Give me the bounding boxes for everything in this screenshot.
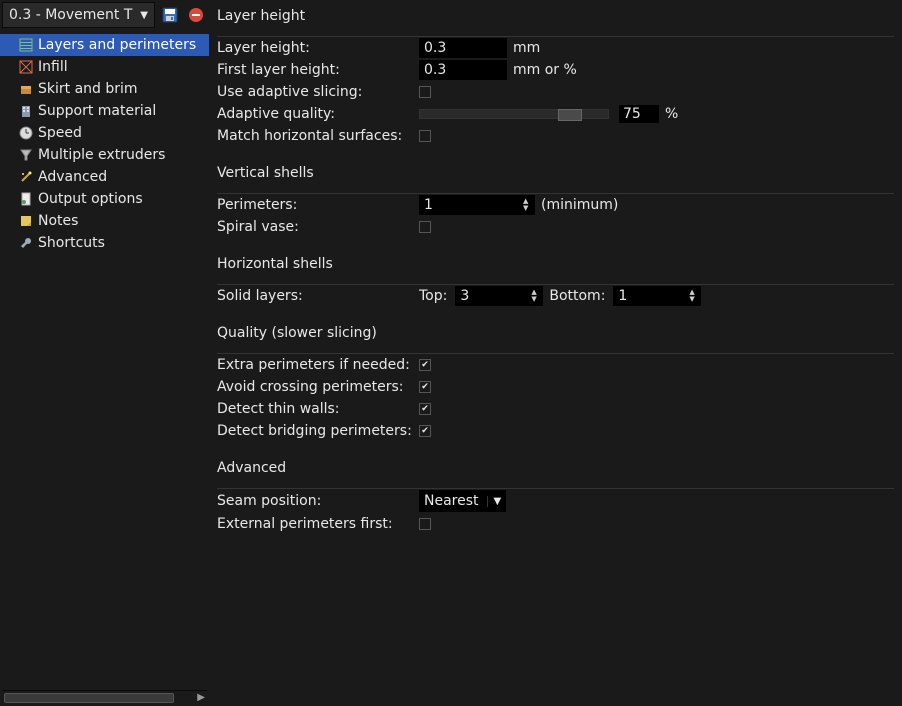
external-perimeters-label: External perimeters first: xyxy=(217,516,413,532)
group-quality: Extra perimeters if needed: Avoid crossi… xyxy=(217,353,894,442)
slider-thumb[interactable] xyxy=(558,109,582,121)
clock-icon xyxy=(18,125,34,141)
group-advanced: Seam position: Nearest ▼ External perime… xyxy=(217,488,894,535)
external-perimeters-checkbox[interactable] xyxy=(419,518,431,530)
sidebar-item-label: Advanced xyxy=(38,169,107,185)
chevron-right-icon: ▶ xyxy=(197,692,205,703)
group-title-quality: Quality (slower slicing) xyxy=(217,321,894,347)
page-icon xyxy=(18,191,34,207)
sidebar-item-label: Multiple extruders xyxy=(38,147,165,163)
group-horizontal-shells: Solid layers: Top: ▲▼ Bottom: ▲▼ xyxy=(217,284,894,307)
group-title-layer-height: Layer height xyxy=(217,4,894,30)
spiral-vase-label: Spiral vase: xyxy=(217,219,413,235)
chevron-down-icon: ▼ xyxy=(140,10,148,21)
building-icon xyxy=(18,103,34,119)
sidebar-item-shortcuts[interactable]: Shortcuts xyxy=(0,232,209,254)
wand-icon xyxy=(18,169,34,185)
unit-mm: mm xyxy=(513,40,540,56)
settings-panel: Layer height Layer height: mm First laye… xyxy=(209,0,902,706)
bridging-perimeters-checkbox[interactable] xyxy=(419,425,431,437)
sidebar-item-label: Skirt and brim xyxy=(38,81,138,97)
adaptive-slicing-label: Use adaptive slicing: xyxy=(217,84,413,100)
funnel-icon xyxy=(18,147,34,163)
wrench-icon xyxy=(18,235,34,251)
extra-perimeters-checkbox[interactable] xyxy=(419,359,431,371)
extra-perimeters-label: Extra perimeters if needed: xyxy=(217,357,413,373)
solid-layers-label: Solid layers: xyxy=(217,288,413,304)
box-icon xyxy=(18,81,34,97)
unit-mm-or-pct: mm or % xyxy=(513,62,577,78)
sidebar-item-support[interactable]: Support material xyxy=(0,100,209,122)
profile-name: 0.3 - Movement T xyxy=(9,7,132,23)
seam-position-dropdown[interactable]: Nearest ▼ xyxy=(419,490,506,512)
group-vertical-shells: Perimeters: ▲▼ (minimum) Spiral vase: xyxy=(217,193,894,238)
perimeters-label: Perimeters: xyxy=(217,197,413,213)
unit-percent: % xyxy=(665,106,678,122)
match-horizontal-checkbox[interactable] xyxy=(419,130,431,142)
sidebar-item-infill[interactable]: Infill xyxy=(0,56,209,78)
group-layer-height: Layer height: mm First layer height: mm … xyxy=(217,36,894,147)
sidebar-item-extruders[interactable]: Multiple extruders xyxy=(0,144,209,166)
sidebar-item-label: Shortcuts xyxy=(38,235,105,251)
adaptive-quality-slider[interactable] xyxy=(419,109,609,119)
infill-icon xyxy=(18,59,34,75)
first-layer-height-input[interactable] xyxy=(419,60,507,80)
sidebar-item-label: Layers and perimeters xyxy=(38,37,196,53)
sidebar-item-notes[interactable]: Notes xyxy=(0,210,209,232)
layer-height-label: Layer height: xyxy=(217,40,413,56)
delete-button[interactable] xyxy=(185,4,207,26)
avoid-crossing-label: Avoid crossing perimeters: xyxy=(217,379,413,395)
avoid-crossing-checkbox[interactable] xyxy=(419,381,431,393)
sidebar-item-label: Notes xyxy=(38,213,78,229)
sidebar-item-speed[interactable]: Speed xyxy=(0,122,209,144)
match-horizontal-label: Match horizontal surfaces: xyxy=(217,128,413,144)
perimeters-spinner[interactable]: ▲▼ xyxy=(419,195,535,215)
bridging-perimeters-label: Detect bridging perimeters: xyxy=(217,423,413,439)
perimeters-note: (minimum) xyxy=(541,197,618,213)
group-title-vertical-shells: Vertical shells xyxy=(217,161,894,187)
floppy-icon xyxy=(162,7,178,23)
bottom-spinner[interactable]: ▲▼ xyxy=(613,286,701,306)
sidebar-item-label: Output options xyxy=(38,191,143,207)
top-spinner[interactable]: ▲▼ xyxy=(455,286,543,306)
layer-height-input[interactable] xyxy=(419,38,507,58)
scrollbar-thumb[interactable] xyxy=(4,693,174,703)
adaptive-quality-input[interactable] xyxy=(619,105,659,123)
perimeters-input[interactable] xyxy=(419,195,535,215)
thin-walls-label: Detect thin walls: xyxy=(217,401,413,417)
settings-tree: Layers and perimeters Infill Skirt and b… xyxy=(0,30,209,690)
sidebar-item-label: Support material xyxy=(38,103,156,119)
sidebar-item-output[interactable]: Output options xyxy=(0,188,209,210)
top-label: Top: xyxy=(419,288,447,304)
sidebar-item-skirt[interactable]: Skirt and brim xyxy=(0,78,209,100)
chevron-down-icon: ▼ xyxy=(487,496,502,507)
first-layer-height-label: First layer height: xyxy=(217,62,413,78)
save-button[interactable] xyxy=(159,4,181,26)
group-title-horizontal-shells: Horizontal shells xyxy=(217,252,894,278)
layers-icon xyxy=(18,37,34,53)
adaptive-quality-label: Adaptive quality: xyxy=(217,106,413,122)
bottom-input[interactable] xyxy=(613,286,701,306)
sidebar-horizontal-scrollbar[interactable]: ▶ xyxy=(2,690,207,704)
minus-circle-icon xyxy=(188,7,204,23)
bottom-label: Bottom: xyxy=(549,288,605,304)
sidebar-item-advanced[interactable]: Advanced xyxy=(0,166,209,188)
sidebar-item-label: Infill xyxy=(38,59,68,75)
group-title-advanced: Advanced xyxy=(217,456,894,482)
top-input[interactable] xyxy=(455,286,543,306)
thin-walls-checkbox[interactable] xyxy=(419,403,431,415)
sidebar-item-label: Speed xyxy=(38,125,82,141)
profile-selector[interactable]: 0.3 - Movement T ▼ xyxy=(2,2,155,28)
note-icon xyxy=(18,213,34,229)
spiral-vase-checkbox[interactable] xyxy=(419,221,431,233)
seam-position-value: Nearest xyxy=(424,493,479,509)
sidebar-item-layers[interactable]: Layers and perimeters xyxy=(0,34,209,56)
adaptive-slicing-checkbox[interactable] xyxy=(419,86,431,98)
seam-position-label: Seam position: xyxy=(217,493,413,509)
